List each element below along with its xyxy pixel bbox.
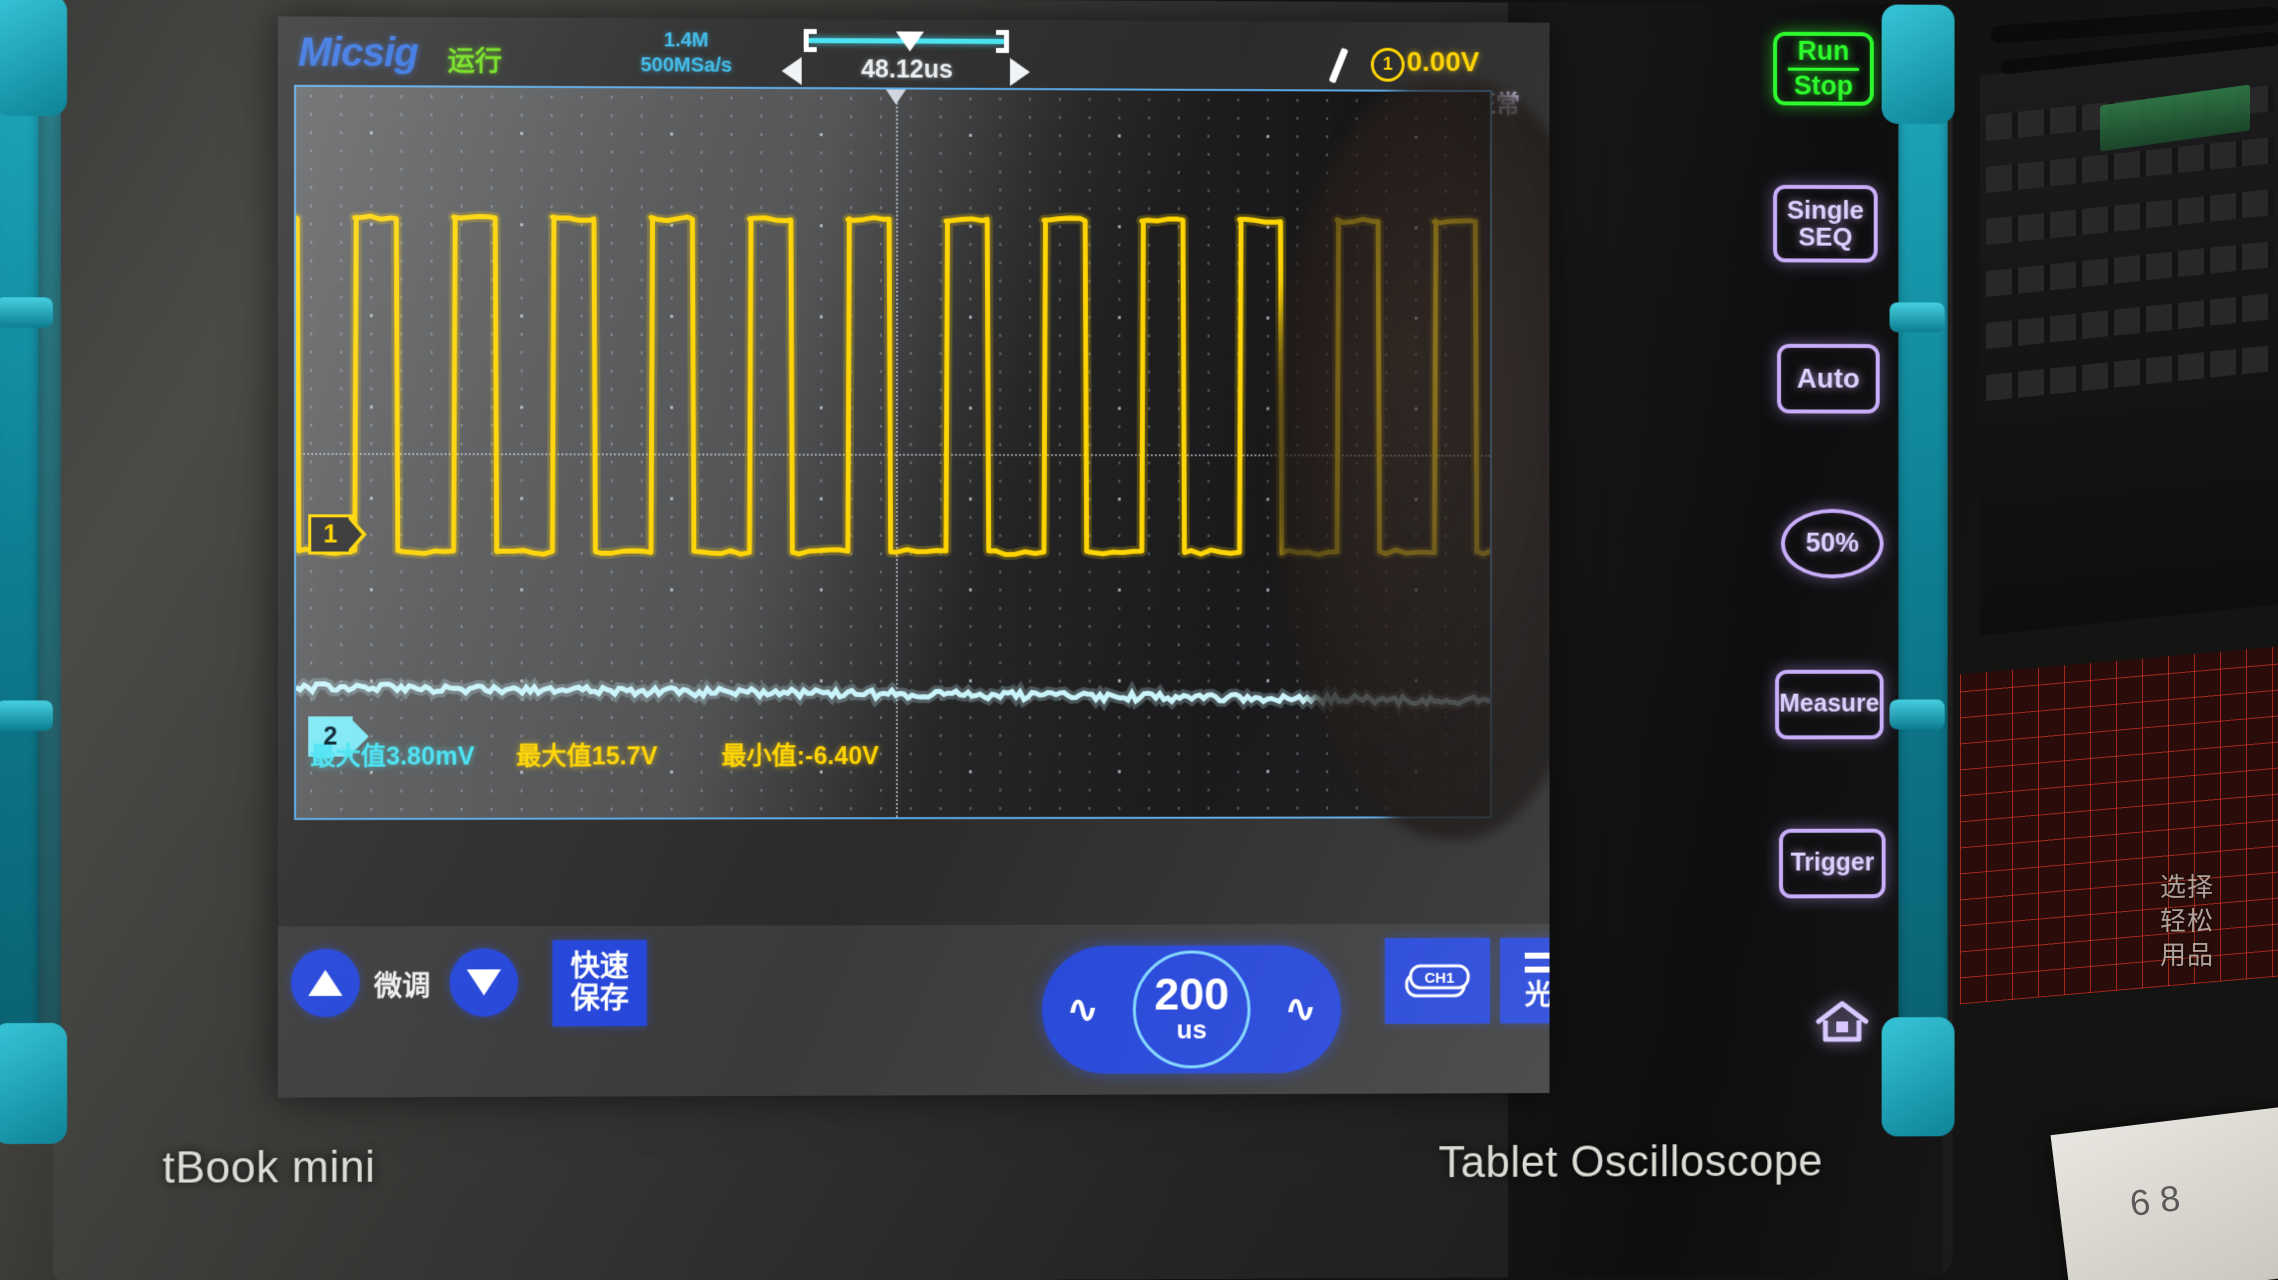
- fine-adjust-up-button[interactable]: [291, 949, 360, 1018]
- sample-rate-label: 500MSa/s: [611, 53, 762, 79]
- time-position-value: 48.12us: [782, 55, 1032, 85]
- trigger-position-marker-icon: [896, 31, 924, 51]
- channel-stack-icon: CH1: [1401, 958, 1474, 1004]
- bumper-corner-tr: [1882, 4, 1955, 123]
- ch2-marker-label: 2: [323, 722, 337, 751]
- device-right-panel: [1508, 3, 1943, 1278]
- time-position-left-cap-top: [804, 29, 817, 34]
- run-state-label: 运行: [448, 39, 502, 78]
- quick-save-button[interactable]: 快速 保存: [552, 940, 647, 1027]
- fine-adjust-down-button[interactable]: [450, 948, 519, 1016]
- bumper-nub: [1890, 700, 1945, 730]
- fifty-percent-label: 50%: [1806, 530, 1859, 557]
- bottom-toolbar: 微调 快速 保存: [278, 924, 1550, 1098]
- time-position-right-cap-bottom: [996, 48, 1009, 53]
- triangle-up-icon: [308, 970, 342, 996]
- device-model-label: tBook mini: [162, 1143, 375, 1194]
- trigger-source-badge: 1: [1371, 48, 1405, 82]
- home-icon[interactable]: [1815, 998, 1870, 1044]
- time-position-control[interactable]: 48.12us: [782, 27, 1032, 84]
- timebase-control[interactable]: ∿ 200 us ∿: [1042, 945, 1341, 1074]
- wave-expand-icon[interactable]: ∿: [1284, 986, 1317, 1032]
- measure-label: Measure: [1779, 692, 1879, 717]
- ch2-waveform-trace: [296, 683, 1490, 704]
- background-note-text: 选择 轻松 用品: [2160, 870, 2278, 1000]
- quick-save-line2: 保存: [571, 983, 629, 1016]
- svg-text:CH1: CH1: [1425, 970, 1455, 987]
- bumper-rail-left-inner: [39, 3, 61, 1142]
- acquisition-info: 1.4M 500MSa/s: [611, 28, 762, 79]
- single-seq-line1: Single: [1787, 197, 1864, 224]
- bumper-nub: [0, 297, 53, 327]
- horizontal-cursor-button[interactable]: 光标: [1500, 938, 1550, 1024]
- memory-depth-label: 1.4M: [611, 28, 762, 54]
- measure-button[interactable]: Measure: [1775, 670, 1884, 740]
- measurement-ch1-min[interactable]: 最小值:-6.40V: [721, 736, 878, 772]
- bumper-nub: [1890, 302, 1945, 332]
- ch1-marker-label: 1: [323, 520, 337, 549]
- bumper-corner-br: [1882, 1017, 1955, 1136]
- bumper-nub: [0, 700, 53, 730]
- fifty-percent-button[interactable]: 50%: [1781, 509, 1884, 579]
- run-stop-line1: Run: [1798, 38, 1850, 66]
- horizontal-cursor-icon: [1523, 950, 1550, 980]
- falling-edge-icon: [1329, 48, 1355, 82]
- triangle-down-icon: [467, 969, 501, 995]
- ch1-position-marker[interactable]: 1: [308, 514, 352, 554]
- auto-label: Auto: [1797, 364, 1860, 392]
- brand-logo: Micsig: [298, 31, 418, 77]
- horizontal-cursor-label: 光标: [1525, 980, 1550, 1011]
- timebase-number: 200: [1154, 974, 1229, 1014]
- oscilloscope-screen[interactable]: Micsig 运行 1.4M 500MSa/s 48.12us 1 0.00V …: [278, 16, 1550, 1097]
- single-seq-button[interactable]: Single SEQ: [1773, 185, 1878, 263]
- bumper-rail-right: [1898, 13, 1947, 1135]
- quick-save-line1: 快速: [571, 950, 629, 983]
- trigger-level-value: 0.00V: [1407, 46, 1480, 78]
- bumper-corner-bl: [0, 1023, 67, 1144]
- scope-ui: Micsig 运行 1.4M 500MSa/s 48.12us 1 0.00V …: [278, 16, 1550, 1097]
- single-seq-line2: SEQ: [1798, 224, 1852, 251]
- wave-compress-icon[interactable]: ∿: [1066, 987, 1099, 1033]
- waveform-grid[interactable]: 1 2 最大值3.80mV 最大值15.7V 最小值:-6.40V: [294, 85, 1492, 820]
- top-info-bar: Micsig 运行 1.4M 500MSa/s 48.12us 1 0.00V: [278, 16, 1550, 88]
- run-stop-button[interactable]: Run Stop: [1773, 32, 1874, 106]
- run-stop-line2: Stop: [1794, 72, 1853, 100]
- time-position-right-cap-top: [996, 30, 1009, 35]
- waveform-traces: [296, 87, 1490, 818]
- auto-button[interactable]: Auto: [1777, 344, 1880, 414]
- trigger-button[interactable]: Trigger: [1779, 829, 1886, 899]
- bumper-rail-left: [0, 3, 39, 1142]
- screenshot-root: 选择 轻松 用品 6 8 tBook mini Tablet Oscilloscop…: [0, 0, 2278, 1280]
- timebase-value-display[interactable]: 200 us: [1133, 950, 1251, 1068]
- background-paper-text: 6 8: [2128, 1177, 2183, 1225]
- fine-adjust-label: 微调: [374, 965, 431, 1005]
- timebase-unit: us: [1177, 1014, 1207, 1045]
- measurement-ch1-max[interactable]: 最大值15.7V: [516, 736, 657, 772]
- device-category-label: Tablet Oscilloscope: [1438, 1137, 1823, 1188]
- bumper-corner-tl: [0, 0, 67, 116]
- trigger-label: Trigger: [1791, 851, 1875, 876]
- oscilloscope-device: tBook mini Tablet Oscilloscope Micsig 运行…: [0, 0, 2012, 1280]
- channel-select-button[interactable]: CH1: [1385, 938, 1490, 1024]
- time-position-left-cap-bottom: [804, 47, 817, 52]
- ch1-waveform-trace: [296, 216, 1490, 555]
